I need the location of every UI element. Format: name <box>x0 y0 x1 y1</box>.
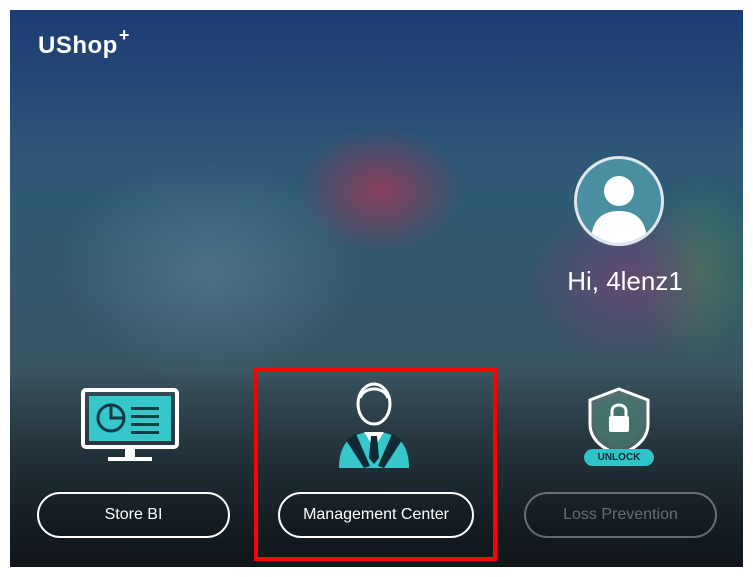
app-logo-text: UShop <box>38 32 118 59</box>
app-logo: UShop+ <box>38 25 130 60</box>
monitor-chart-icon <box>80 387 180 470</box>
loss-prevention-button[interactable]: Loss Prevention <box>524 492 717 538</box>
unlock-badge: UNLOCK <box>584 449 654 466</box>
app-screen: UShop+ Hi, 4lenz1 UNLOCK Store BI Manage… <box>10 10 743 567</box>
store-bi-button[interactable]: Store BI <box>37 492 230 538</box>
user-avatar-icon[interactable] <box>574 156 664 246</box>
user-greeting: Hi, 4lenz1 <box>567 266 683 296</box>
app-logo-plus: + <box>118 25 130 45</box>
highlight-box <box>254 368 497 561</box>
